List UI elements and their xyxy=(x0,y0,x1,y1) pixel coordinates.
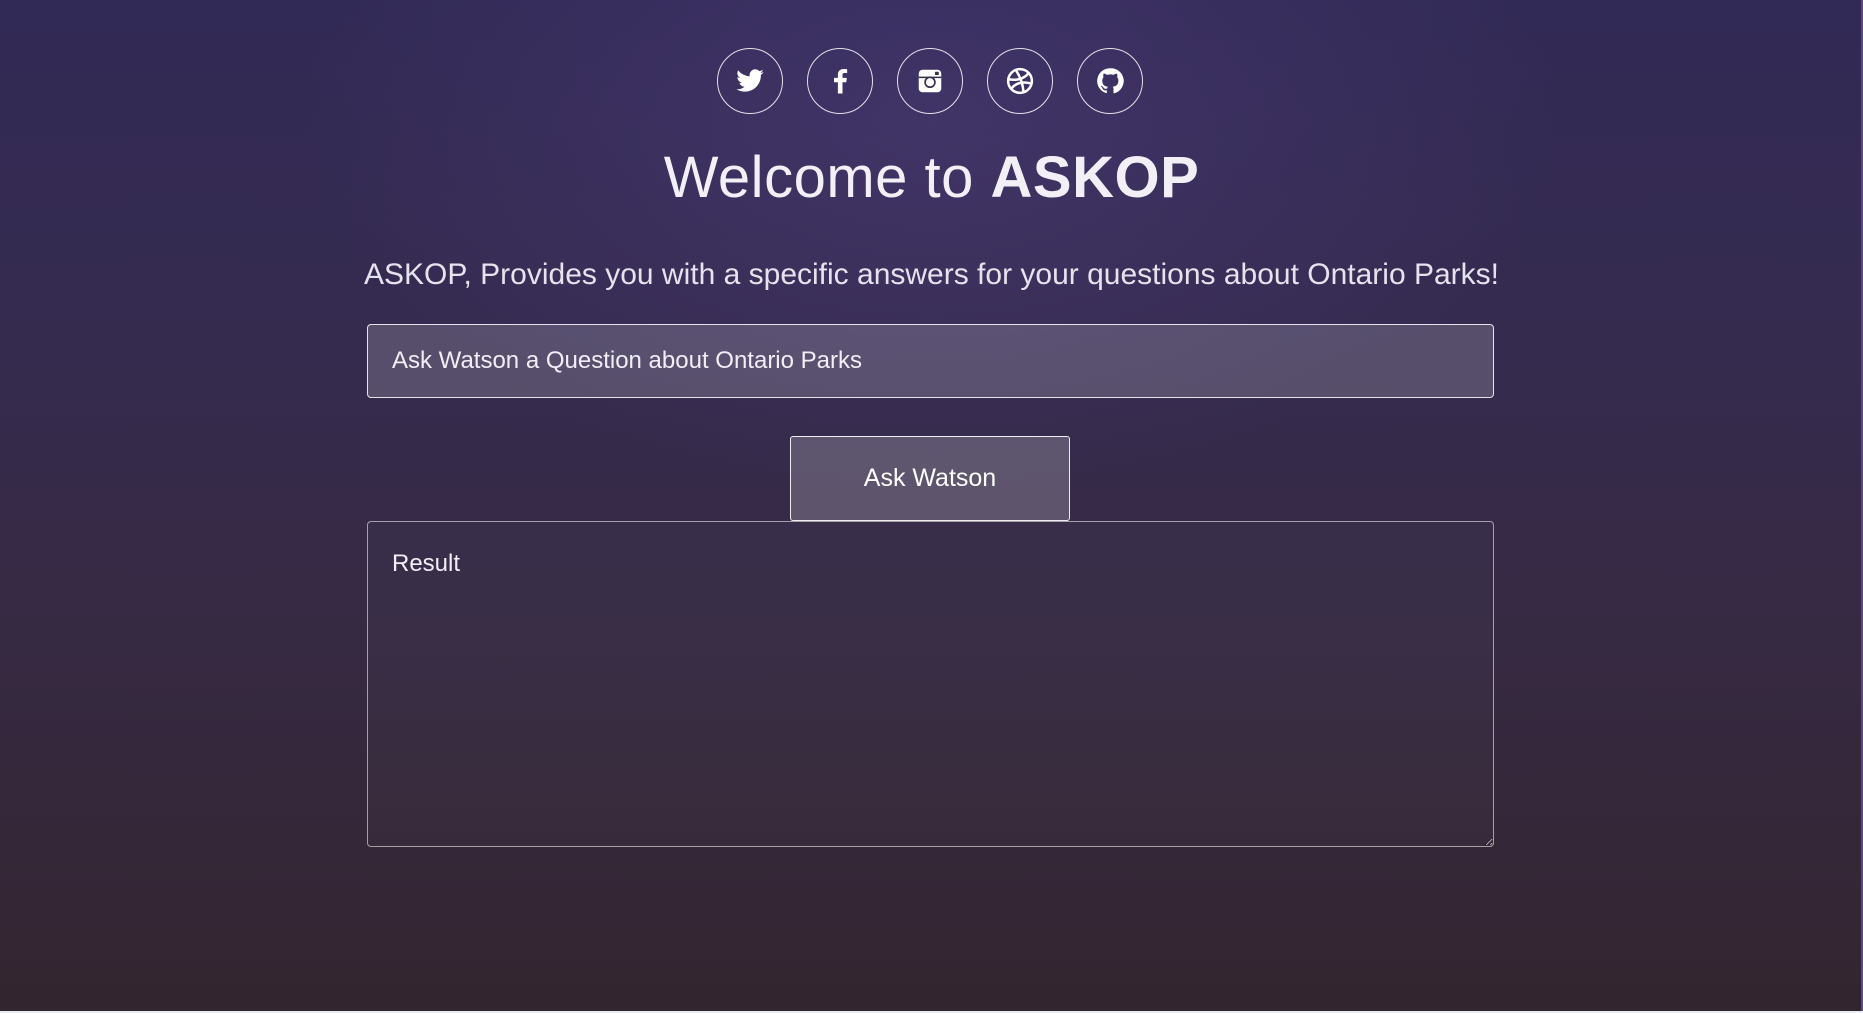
github-icon xyxy=(1095,66,1125,96)
page-title: Welcome to ASKOP xyxy=(0,138,1863,218)
twitter-icon xyxy=(735,66,765,96)
ask-watson-button[interactable]: Ask Watson xyxy=(790,436,1070,521)
instagram-link[interactable] xyxy=(897,48,963,114)
title-brand: ASKOP xyxy=(990,145,1200,210)
title-prefix: Welcome to xyxy=(663,145,991,210)
question-input[interactable] xyxy=(367,324,1494,398)
twitter-link[interactable] xyxy=(717,48,783,114)
result-textarea[interactable] xyxy=(367,521,1494,847)
facebook-icon xyxy=(825,66,855,96)
dribbble-link[interactable] xyxy=(987,48,1053,114)
instagram-icon xyxy=(915,66,945,96)
dribbble-icon xyxy=(1005,66,1035,96)
page-subtitle: ASKOP, Provides you with a specific answ… xyxy=(364,258,1499,291)
page: Welcome to ASKOP ASKOP, Provides you wit… xyxy=(0,0,1863,1013)
social-links xyxy=(0,48,1863,114)
github-link[interactable] xyxy=(1077,48,1143,114)
facebook-link[interactable] xyxy=(807,48,873,114)
